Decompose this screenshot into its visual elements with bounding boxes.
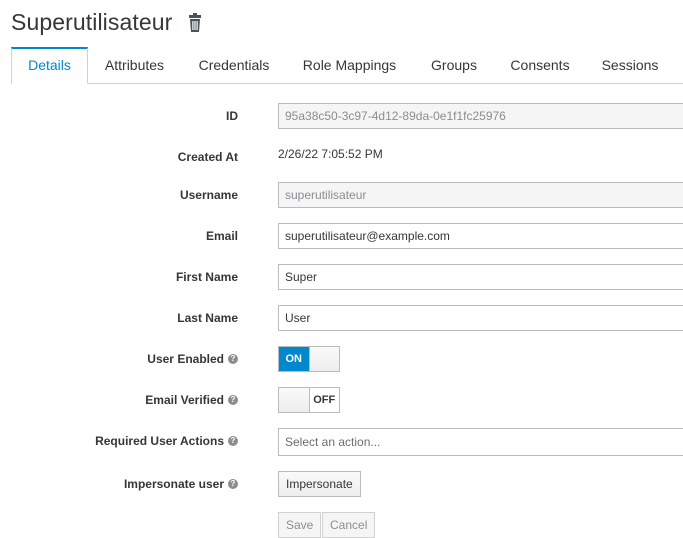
user-enabled-label: User Enabled ? [147, 352, 238, 366]
first-name-label: First Name [175, 270, 238, 284]
email-label: Email [205, 229, 238, 243]
email-verified-label: Email Verified ? [145, 393, 238, 407]
tab-bar: Details Attributes Credentials Role Mapp… [11, 47, 683, 84]
help-icon[interactable]: ? [228, 395, 238, 405]
tab-attributes[interactable]: Attributes [91, 47, 178, 83]
user-enabled-toggle[interactable]: ON [278, 346, 340, 372]
tab-credentials[interactable]: Credentials [187, 47, 281, 83]
id-label: ID [226, 109, 238, 123]
help-icon[interactable]: ? [228, 436, 238, 446]
created-at-value: 2/26/22 7:05:52 PM [278, 147, 383, 161]
impersonate-label: Impersonate user ? [124, 477, 238, 491]
toggle-knob [308, 347, 339, 371]
tab-consents[interactable]: Consents [500, 47, 580, 83]
cancel-button[interactable]: Cancel [322, 512, 376, 538]
tab-details[interactable]: Details [11, 47, 88, 84]
email-field[interactable]: superutilisateur@example.com [278, 223, 683, 249]
required-actions-label: Required User Actions ? [95, 434, 238, 448]
page-title: Superutilisateur [11, 9, 173, 35]
username-field: superutilisateur [278, 182, 683, 208]
tab-groups[interactable]: Groups [421, 47, 487, 83]
toggle-on-label: ON [279, 347, 309, 371]
email-verified-toggle[interactable]: OFF [278, 387, 340, 413]
page-header: Superutilisateur [11, 9, 204, 36]
toggle-knob [279, 388, 310, 412]
first-name-field[interactable]: Super [278, 264, 683, 290]
help-icon[interactable]: ? [228, 479, 238, 489]
toggle-off-label: OFF [313, 394, 336, 406]
last-name-field[interactable]: User [278, 305, 683, 331]
impersonate-button[interactable]: Impersonate [278, 471, 361, 497]
help-icon[interactable]: ? [228, 354, 238, 364]
id-field: 95a38c50-3c97-4d12-89da-0e1f1fc25976 [278, 103, 683, 129]
last-name-label: Last Name [177, 311, 238, 325]
required-actions-select[interactable]: Select an action... [278, 428, 683, 456]
trash-icon[interactable] [186, 12, 204, 33]
save-button[interactable]: Save [278, 512, 322, 538]
created-at-label: Created At [177, 150, 238, 164]
username-label: Username [179, 188, 238, 202]
tab-role-mappings[interactable]: Role Mappings [293, 47, 406, 83]
tab-sessions[interactable]: Sessions [592, 47, 668, 83]
